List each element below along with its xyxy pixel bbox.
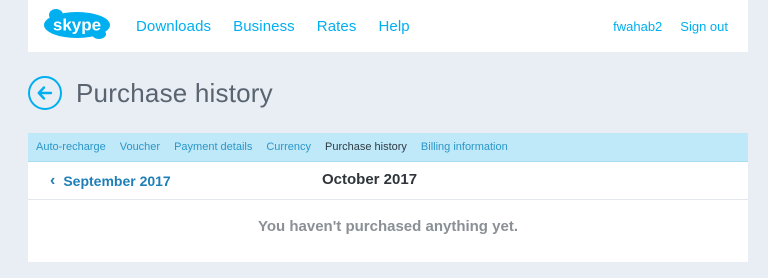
empty-state-message: You haven't purchased anything yet. <box>257 218 518 235</box>
skype-logo[interactable]: skype <box>42 8 112 40</box>
previous-month-button[interactable]: ‹ September 2017 <box>50 172 171 190</box>
main-nav: Downloads Business Rates Help <box>136 0 432 52</box>
tab-payment-details[interactable]: Payment details <box>167 141 259 153</box>
month-navigation: ‹ September 2017 October 2017 <box>28 162 748 200</box>
nav-help[interactable]: Help <box>378 18 409 35</box>
nav-rates[interactable]: Rates <box>317 18 357 35</box>
page-header: Purchase history <box>28 72 273 114</box>
chevron-left-icon: ‹ <box>50 172 56 189</box>
current-month-label: October 2017 <box>322 171 418 188</box>
tab-voucher[interactable]: Voucher <box>113 141 167 153</box>
account-tabs: Auto-recharge Voucher Payment details Cu… <box>28 133 748 162</box>
tab-billing-information[interactable]: Billing information <box>414 141 515 153</box>
tab-auto-recharge[interactable]: Auto-recharge <box>28 141 113 153</box>
tab-currency[interactable]: Currency <box>259 141 318 153</box>
user-area: fwahab2 Sign out <box>595 0 728 52</box>
back-button[interactable] <box>28 76 62 110</box>
top-bar: skype Downloads Business Rates Help fwah… <box>28 0 748 52</box>
back-arrow-icon <box>37 86 53 100</box>
nav-business[interactable]: Business <box>233 18 295 35</box>
page-title: Purchase history <box>76 77 273 108</box>
nav-downloads[interactable]: Downloads <box>136 18 211 35</box>
tab-purchase-history[interactable]: Purchase history <box>318 141 414 153</box>
previous-month-label: September 2017 <box>63 173 171 189</box>
skype-logo-text: skype <box>53 16 101 35</box>
sign-out-link[interactable]: Sign out <box>680 19 728 34</box>
purchase-history-card: ‹ September 2017 October 2017 You haven'… <box>28 162 748 262</box>
username-link[interactable]: fwahab2 <box>613 19 662 34</box>
